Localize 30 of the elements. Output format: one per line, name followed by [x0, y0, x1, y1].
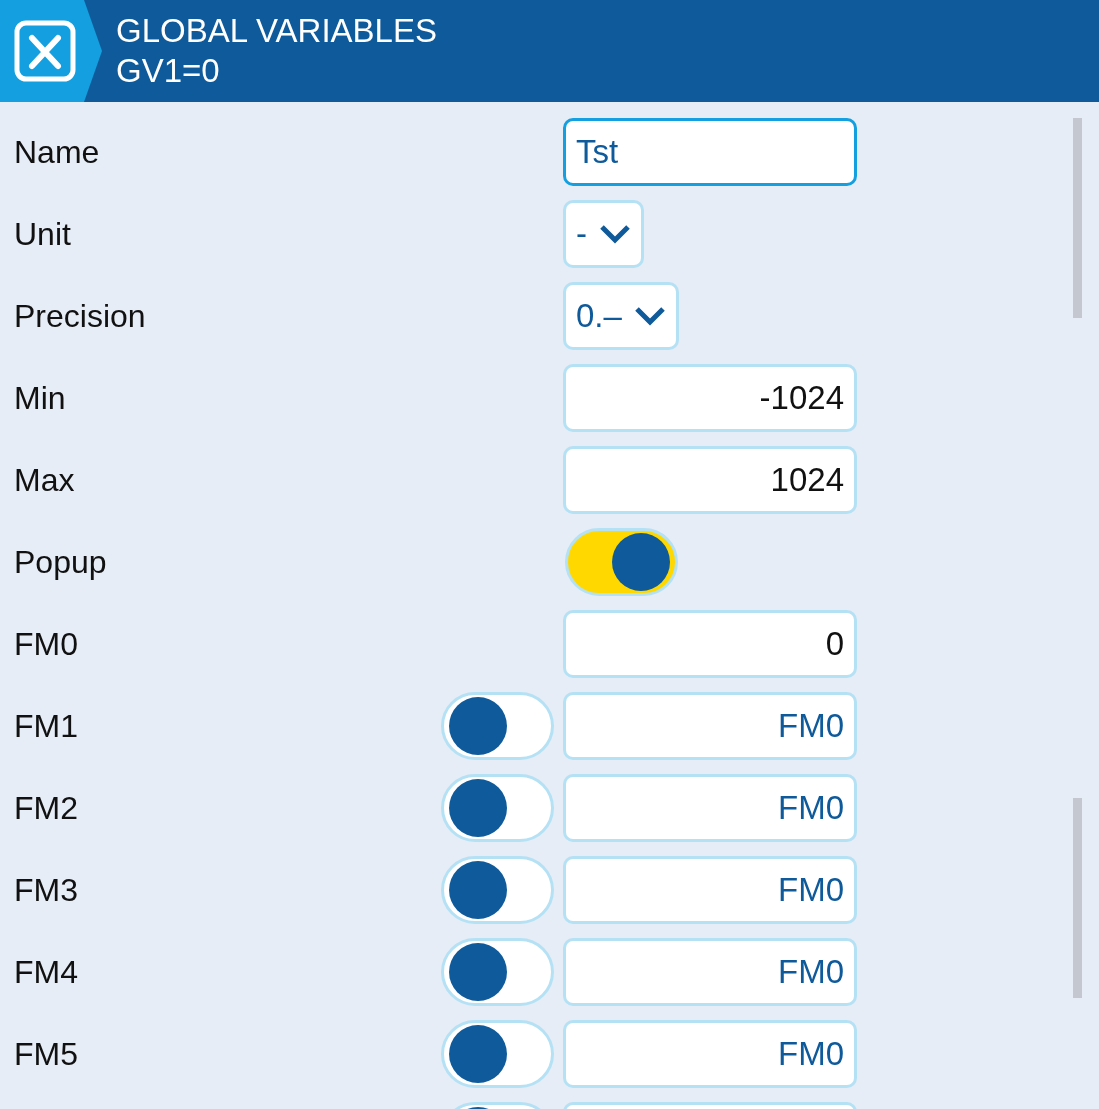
number-field[interactable]: 0: [563, 610, 857, 678]
screen-title: GLOBAL VARIABLES: [116, 11, 437, 51]
field-label: Precision: [14, 297, 147, 335]
variable-icon: [14, 20, 76, 82]
input-field[interactable]: FM0: [563, 774, 857, 842]
field-label: FM5: [14, 1035, 79, 1073]
input-field[interactable]: FM0: [563, 938, 857, 1006]
number-field[interactable]: -1024: [563, 364, 857, 432]
field-label: Unit: [14, 215, 72, 253]
input-field[interactable]: FM0: [563, 856, 857, 924]
dropdown[interactable]: -: [563, 200, 644, 268]
input-field[interactable]: FM0: [563, 1020, 857, 1088]
field-label: FM1: [14, 707, 79, 745]
input-field[interactable]: FM0: [563, 692, 857, 760]
number-field[interactable]: 1024: [563, 446, 857, 514]
field-label: FM0: [14, 625, 79, 663]
chevron-down-icon: [599, 224, 631, 244]
field-label: Name: [14, 133, 101, 171]
input-field[interactable]: Tst: [563, 118, 857, 186]
scrollbar[interactable]: [1073, 118, 1082, 318]
field-label: FM2: [14, 789, 79, 827]
chevron-down-icon: [633, 306, 666, 326]
field-label: Popup: [14, 543, 108, 581]
variable-value: GV1=0: [116, 51, 221, 91]
dropdown[interactable]: 0.–: [563, 282, 679, 350]
field-label: FM4: [14, 953, 79, 991]
field-label: FM3: [14, 871, 79, 909]
scrollbar[interactable]: [1073, 798, 1082, 998]
field-label: Max: [14, 461, 76, 499]
field-label: Min: [14, 379, 67, 417]
